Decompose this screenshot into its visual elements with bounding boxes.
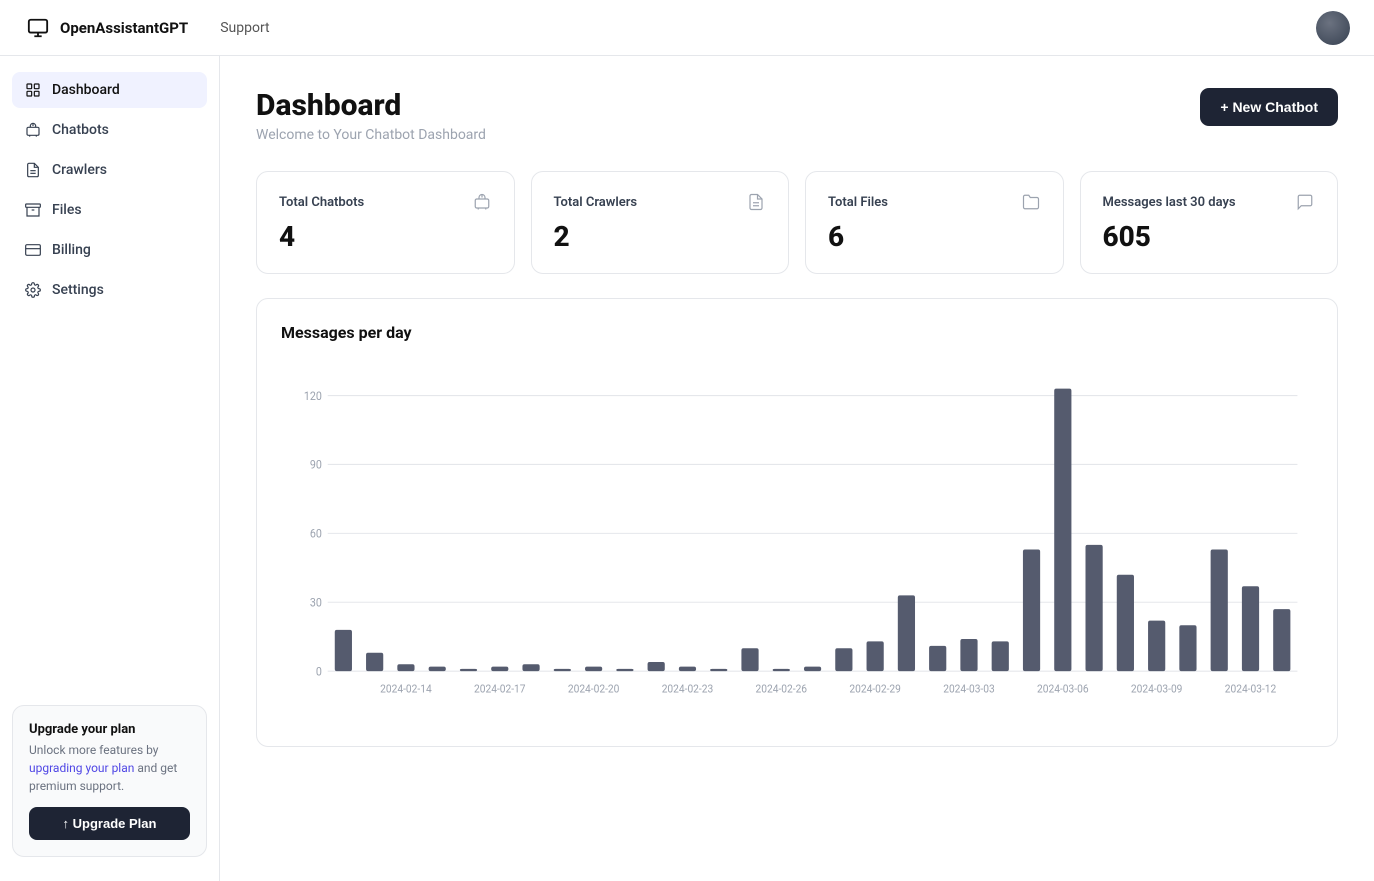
topnav: OpenAssistantGPT Support [0,0,1374,56]
chart-area: 0 30 60 90 120 2024-02-14 2024-02-17 2024-02-20… [281,362,1313,722]
user-avatar[interactable] [1316,11,1350,45]
upgrade-desc: Unlock more features by upgrading your p… [29,741,190,795]
upgrade-desc-pre: Unlock more features by [29,743,158,757]
sidebar-nav: Dashboard Chatbots Crawlers Files Billin… [12,72,207,308]
svg-text:90: 90 [310,458,322,472]
stat-value: 605 [1103,220,1316,253]
stat-card-total-files: Total Files 6 [805,171,1064,274]
svg-text:2024-02-23: 2024-02-23 [662,682,714,696]
stat-label: Total Crawlers [554,195,638,210]
stat-header: Messages last 30 days [1103,192,1316,212]
support-link[interactable]: Support [220,20,269,36]
stat-header: Total Files [828,192,1041,212]
stats-grid: Total Chatbots 4 Total Crawlers 2 Total … [256,171,1338,274]
svg-text:2024-03-09: 2024-03-09 [1131,682,1183,696]
brand-icon [24,17,52,39]
stat-card-messages-last-30-days: Messages last 30 days 605 [1080,171,1339,274]
bot-icon [472,192,492,212]
sidebar-item-dashboard[interactable]: Dashboard [12,72,207,108]
svg-text:2024-02-17: 2024-02-17 [474,682,526,696]
new-chatbot-button[interactable]: + New Chatbot [1200,88,1338,126]
svg-text:2024-02-26: 2024-02-26 [756,682,808,696]
sidebar-label-dashboard: Dashboard [52,82,120,98]
svg-text:30: 30 [310,596,322,610]
sidebar-label-chatbots: Chatbots [52,122,109,138]
svg-text:2024-02-14: 2024-02-14 [380,682,432,696]
sidebar-label-files: Files [52,202,82,218]
svg-text:2024-03-03: 2024-03-03 [943,682,995,696]
sidebar-item-files[interactable]: Files [12,192,207,228]
sidebar-item-chatbots[interactable]: Chatbots [12,112,207,148]
stat-label: Total Files [828,195,888,210]
file-text-icon [24,161,42,179]
stat-header: Total Chatbots [279,192,492,212]
message-square-icon [1295,192,1315,212]
svg-text:2024-03-06: 2024-03-06 [1037,682,1089,696]
sidebar-label-settings: Settings [52,282,104,298]
archive-icon [24,201,42,219]
svg-text:2024-02-29: 2024-02-29 [849,682,901,696]
stat-label: Messages last 30 days [1103,195,1236,210]
stat-value: 4 [279,220,492,253]
sidebar-item-crawlers[interactable]: Crawlers [12,152,207,188]
page-subtitle: Welcome to Your Chatbot Dashboard [256,127,486,143]
main-content: Dashboard Welcome to Your Chatbot Dashbo… [220,56,1374,881]
stat-header: Total Crawlers [554,192,767,212]
sidebar-label-crawlers: Crawlers [52,162,107,178]
grid-icon [24,81,42,99]
stat-value: 6 [828,220,1041,253]
brand-name: OpenAssistantGPT [60,19,188,37]
svg-text:2024-03-12: 2024-03-12 [1225,682,1277,696]
chart-title: Messages per day [281,323,1313,342]
upgrade-link[interactable]: upgrading your plan [29,761,134,775]
stat-value: 2 [554,220,767,253]
svg-text:2024-02-20: 2024-02-20 [568,682,620,696]
bot-icon [24,121,42,139]
sidebar-item-billing[interactable]: Billing [12,232,207,268]
chart-card: Messages per day 0 30 60 90 120 2024-02-14 202… [256,298,1338,747]
sidebar: Dashboard Chatbots Crawlers Files Billin… [0,56,220,881]
upgrade-title: Upgrade your plan [29,722,190,737]
upgrade-box: Upgrade your plan Unlock more features b… [12,705,207,857]
svg-text:0: 0 [316,665,322,679]
sidebar-label-billing: Billing [52,242,91,258]
svg-text:60: 60 [310,527,322,541]
stat-card-total-crawlers: Total Crawlers 2 [531,171,790,274]
file-text-icon [746,192,766,212]
settings-icon [24,281,42,299]
chart-svg: 0 30 60 90 120 2024-02-14 2024-02-17 2024-02-20… [281,362,1313,722]
brand[interactable]: OpenAssistantGPT [24,17,188,39]
sidebar-item-settings[interactable]: Settings [12,272,207,308]
svg-text:120: 120 [304,389,322,403]
main-header: Dashboard Welcome to Your Chatbot Dashbo… [256,88,1338,143]
stat-label: Total Chatbots [279,195,364,210]
credit-card-icon [24,241,42,259]
folder-icon [1021,192,1041,212]
upgrade-plan-button[interactable]: ↑ Upgrade Plan [29,807,190,840]
page-title: Dashboard [256,88,486,123]
stat-card-total-chatbots: Total Chatbots 4 [256,171,515,274]
